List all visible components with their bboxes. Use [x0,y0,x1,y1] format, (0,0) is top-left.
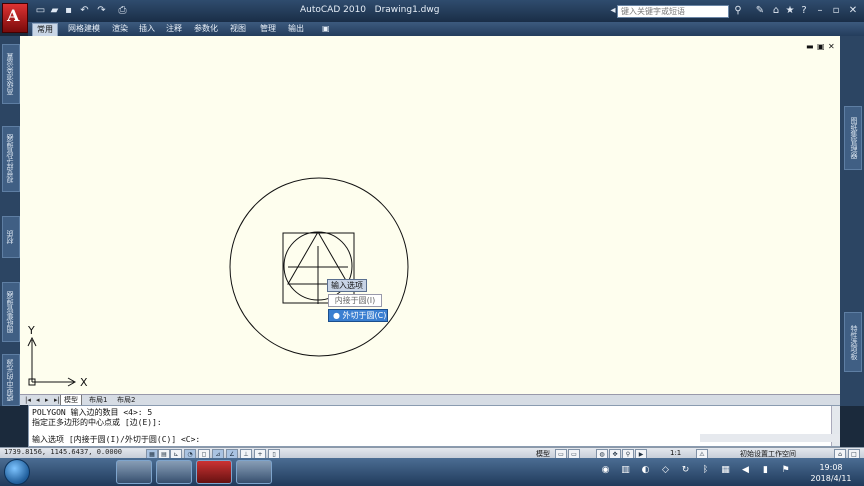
command-horizontal-scrollbar[interactable] [700,434,840,442]
close-icon[interactable]: ✕ [847,5,859,17]
help-icon[interactable]: ? [798,5,810,17]
clock-date: 2018/4/11 [810,474,852,483]
viewport-close-icon[interactable]: ✕ [828,42,835,51]
tab-parametric[interactable]: 参数化 [190,23,222,35]
tab-view[interactable]: 视图 [226,23,250,35]
taskbar-autocad-icon[interactable] [196,460,232,484]
palette-model-lights[interactable]: 模型中的光源 [2,354,20,406]
tray-sync-icon[interactable]: ↻ [680,465,691,476]
favorites-star-icon[interactable]: ★ [784,5,796,17]
palette-sheet-set-right[interactable]: 图纸集管理器 [844,106,862,170]
tray-input-icon[interactable]: ▥ [620,465,631,476]
maximize-icon[interactable]: ▫ [830,5,842,17]
option-circumscribed[interactable]: ● 外切于圆(C) [328,309,388,322]
command-prompt[interactable]: 输入选项 [内接于圆(I)/外切于圆(C)] <C>: [32,434,200,445]
tray-bluetooth-icon[interactable]: ᛒ [700,465,711,476]
tab-home[interactable]: 常用 [32,23,58,37]
tray-volume-icon[interactable]: ◀ [740,465,751,476]
dynamic-input-header: 输入选项 [327,279,367,292]
layout-tab-bar: |◂ ◂ ▸ ▸| 模型 布局1 布局2 [20,394,840,406]
tray-app-icon[interactable]: ◇ [660,465,671,476]
palette-properties[interactable]: 特性选项板 [844,312,862,372]
new-file-icon[interactable]: ▭ [34,5,47,17]
open-file-icon[interactable]: ▰ [48,5,61,17]
palette-visual-styles[interactable]: 视觉样式管理器 [2,126,20,192]
tab-layout1[interactable]: 布局1 [86,395,110,405]
tray-flag-icon[interactable]: ⚑ [780,465,791,476]
tab-output[interactable]: 输出 [284,23,308,35]
application-menu-button[interactable]: A [2,3,28,33]
status-bar: ▦ ▤ ⊾ ◔ ◻ ⊿ ∠ ⊥ + ▯ 模型 ▭ ▭ ◍ ✥ ⚲ ▶ 1:1 ⚠… [0,447,864,460]
tab-layout2[interactable]: 布局2 [114,395,138,405]
taskbar-explorer-icon[interactable] [156,460,192,484]
option-inscribed[interactable]: 内接于圆(I) [328,294,382,307]
tray-baidu-icon[interactable]: ◉ [600,465,611,476]
tab-render[interactable]: 渲染 [108,23,132,35]
drawing-canvas[interactable]: Y X [20,36,840,394]
tools-icon[interactable]: ✎ [754,5,766,17]
clock-time: 19:08 [819,463,843,472]
autocad-logo-icon: A [7,6,20,25]
palette-materials[interactable]: 材质 [2,216,20,258]
tray-battery-icon[interactable]: ▮ [760,465,771,476]
drawing-geometry: Y X [27,177,409,389]
tab-insert[interactable]: 插入 [135,23,159,35]
save-icon[interactable]: ▪ [62,5,75,17]
plot-icon[interactable]: ⎙ [116,5,129,17]
ucs-y-label: Y [27,324,35,337]
ribbon-tabs: 常用 网格建模 渲染 插入 注释 参数化 视图 管理 输出 ▣ [28,22,864,37]
viewport-minimize-icon[interactable]: ▬ [806,42,814,51]
taskbar-clock[interactable]: 19:08 2018/4/11 [806,462,856,484]
right-palette-strip: 图纸集管理器 特性选项板 [840,36,864,406]
left-palette-strip: 高级渲染设置 视觉样式管理器 材质 图纸集管理器 模型中的光源 [0,36,20,406]
coordinates-readout: 1739.8156, 1145.6437, 0.0000 [4,448,123,456]
ribbon-minimize-icon[interactable]: ▣ [318,23,334,35]
tab-annotate[interactable]: 注释 [162,23,186,35]
ucs-x-label: X [80,376,88,389]
viewport-restore-icon[interactable]: ▣ [817,42,825,51]
palette-sheet-set[interactable]: 图纸集管理器 [2,282,20,342]
communication-icon[interactable]: ⌂ [770,5,782,17]
redo-icon[interactable]: ↷ [95,5,108,17]
palette-advanced-render[interactable]: 高级渲染设置 [2,44,20,104]
windows-start-button[interactable] [4,459,30,485]
taskbar-browser-icon[interactable] [116,460,152,484]
command-history-line: 指定正多边形的中心点或 [边(E)]: [32,418,162,427]
selected-bullet-icon: ● [333,311,340,320]
annotation-scale[interactable]: 1:1 [670,449,681,457]
viewport-controls: ▬ ▣ ✕ [806,42,838,52]
tray-network-icon[interactable]: ▦ [720,465,731,476]
minimize-icon[interactable]: – [814,5,826,17]
taskbar-recorder-icon[interactable] [236,460,272,484]
search-input[interactable]: 键入关键字或短语 [617,5,729,18]
window-title: AutoCAD 2010 Drawing1.dwg [300,5,440,15]
tab-manage[interactable]: 管理 [256,23,280,35]
binoculars-icon[interactable]: ⚲ [732,5,744,17]
tab-mesh-modeling[interactable]: 网格建模 [64,23,104,35]
tray-chat-icon[interactable]: ◐ [640,465,651,476]
undo-icon[interactable]: ↶ [78,5,91,17]
